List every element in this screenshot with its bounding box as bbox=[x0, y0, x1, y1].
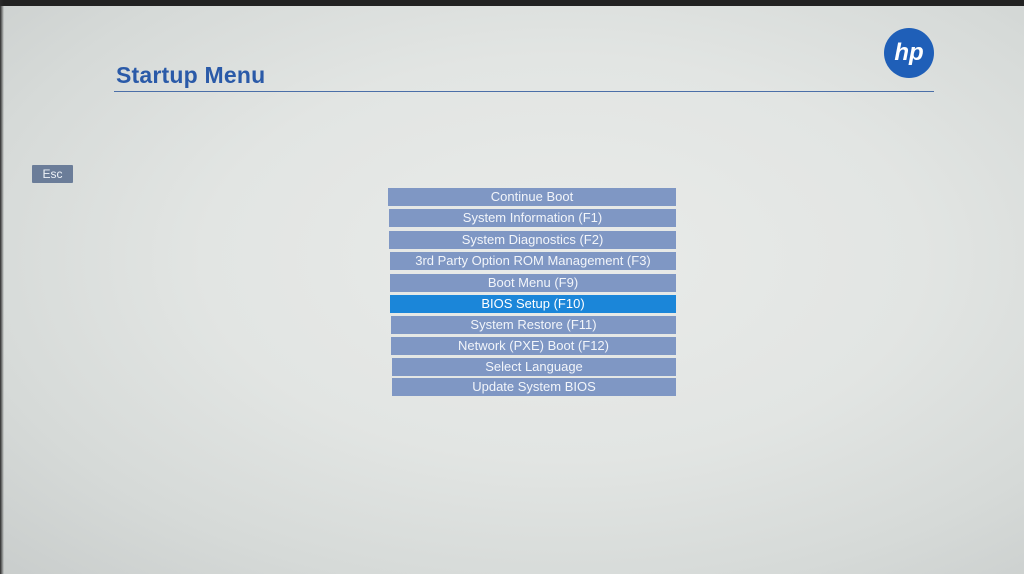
menu-item-system-restore[interactable]: System Restore (F11) bbox=[391, 316, 676, 334]
hp-logo-icon: hp bbox=[884, 28, 934, 78]
menu-item-continue-boot[interactable]: Continue Boot bbox=[388, 188, 676, 206]
bios-screen: Startup Menu hp Esc Continue Boot System… bbox=[0, 0, 1024, 574]
menu-item-system-information[interactable]: System Information (F1) bbox=[389, 209, 676, 227]
title-divider bbox=[114, 91, 934, 92]
menu-item-system-diagnostics[interactable]: System Diagnostics (F2) bbox=[389, 231, 676, 249]
page-title: Startup Menu bbox=[116, 62, 266, 88]
esc-button[interactable]: Esc bbox=[32, 165, 73, 183]
monitor-bezel-top bbox=[0, 0, 1024, 6]
menu-item-network-boot[interactable]: Network (PXE) Boot (F12) bbox=[391, 337, 676, 355]
menu-item-bios-setup[interactable]: BIOS Setup (F10) bbox=[390, 295, 676, 313]
menu-item-option-rom-management[interactable]: 3rd Party Option ROM Management (F3) bbox=[390, 252, 676, 270]
hp-logo-text: hp bbox=[894, 39, 923, 66]
menu-item-boot-menu[interactable]: Boot Menu (F9) bbox=[390, 274, 676, 292]
menu-item-update-system-bios[interactable]: Update System BIOS bbox=[392, 378, 676, 396]
menu-item-select-language[interactable]: Select Language bbox=[392, 358, 676, 376]
monitor-bezel-left bbox=[0, 0, 4, 574]
